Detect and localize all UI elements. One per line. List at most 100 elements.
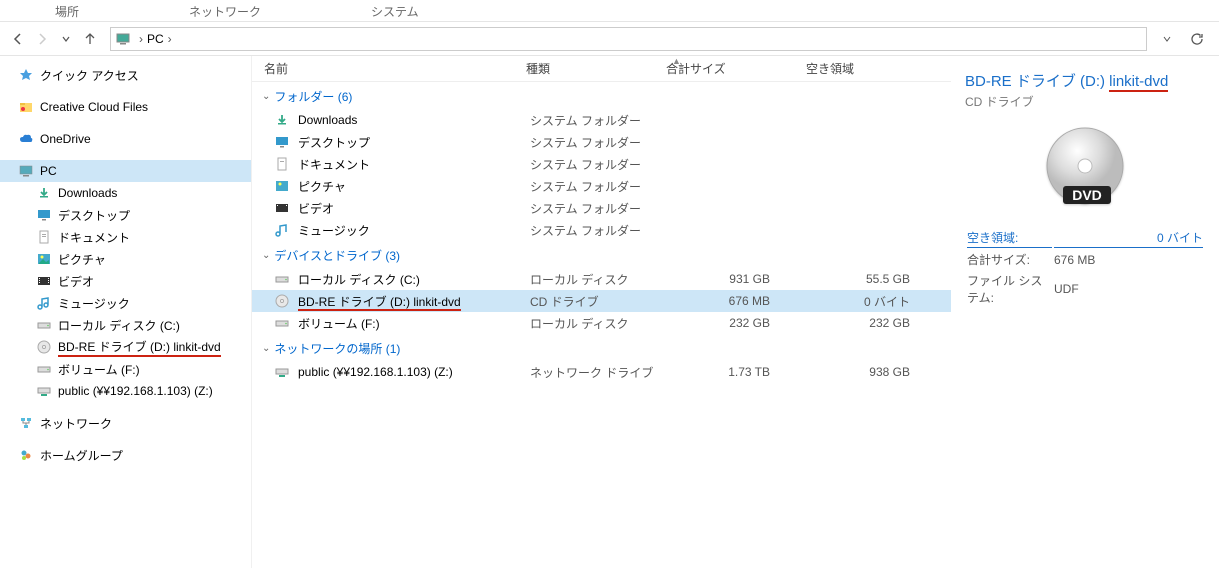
sidebar-public-z[interactable]: public (¥¥192.168.1.103) (Z:) [0, 380, 251, 402]
item-free: 232 GB [810, 316, 950, 330]
sidebar-item-label: ホームグループ [40, 447, 123, 464]
item-type: システム フォルダー [530, 156, 670, 173]
folder-icon [18, 99, 34, 115]
netdrive-icon [36, 383, 52, 399]
details-fs-label: ファイル システム: [967, 271, 1052, 307]
item-type: CD ドライブ [530, 293, 670, 310]
drive-icon [274, 315, 290, 331]
sidebar-local-c[interactable]: ローカル ディスク (C:) [0, 314, 251, 336]
sidebar-ccfiles[interactable]: Creative Cloud Files [0, 96, 251, 118]
chevron-right-icon[interactable]: › [168, 32, 172, 46]
refresh-button[interactable] [1185, 27, 1209, 51]
sidebar-desktop[interactable]: デスクトップ [0, 204, 251, 226]
sidebar-item-label: デスクトップ [58, 207, 130, 224]
list-item[interactable]: ドキュメントシステム フォルダー [252, 153, 951, 175]
drive-icon [274, 271, 290, 287]
pc-icon [18, 163, 34, 179]
disc-icon [36, 339, 52, 355]
breadcrumb-pc[interactable]: PC [147, 32, 164, 46]
sidebar: クイック アクセス Creative Cloud Files OneDrive … [0, 56, 252, 568]
item-free: 0 バイト [810, 293, 950, 310]
sidebar-downloads[interactable]: Downloads [0, 182, 251, 204]
disc-thumbnail: DVD [1043, 126, 1127, 210]
details-table: 空き領域:0 バイト 合計サイズ:676 MB ファイル システム:UDF [965, 226, 1205, 309]
item-name: デスクトップ [298, 134, 530, 151]
item-name: Downloads [298, 113, 530, 127]
sidebar-onedrive[interactable]: OneDrive [0, 128, 251, 150]
details-subtitle: CD ドライブ [965, 93, 1205, 110]
sidebar-pc[interactable]: PC [0, 160, 251, 182]
up-button[interactable] [78, 27, 102, 51]
group-devices[interactable]: ⌄デバイスとドライブ (3) [252, 241, 951, 268]
svg-text:DVD: DVD [1072, 187, 1102, 203]
item-name: ビデオ [298, 200, 530, 217]
chevron-right-icon[interactable]: › [139, 32, 143, 46]
sidebar-network[interactable]: ネットワーク [0, 412, 251, 434]
star-icon [18, 67, 34, 83]
sidebar-item-label: ビデオ [58, 273, 94, 290]
dropdown-icon[interactable] [1155, 27, 1179, 51]
drive-icon [36, 361, 52, 377]
sidebar-item-label: クイック アクセス [40, 67, 139, 84]
ribbon-tab-location[interactable]: 場所 [0, 0, 134, 21]
details-pane: BD-RE ドライブ (D:) linkit-dvd CD ドライブ DVD 空… [951, 56, 1219, 568]
sidebar-item-label: ドキュメント [58, 229, 130, 246]
sidebar-item-label: PC [40, 164, 57, 178]
group-label: フォルダー (6) [274, 88, 352, 105]
sidebar-vol-f[interactable]: ボリューム (F:) [0, 358, 251, 380]
homegroup-icon [18, 447, 34, 463]
list-item[interactable]: ローカル ディスク (C:)ローカル ディスク931 GB55.5 GB [252, 268, 951, 290]
sidebar-item-label: public (¥¥192.168.1.103) (Z:) [58, 384, 213, 398]
list-item[interactable]: BD-RE ドライブ (D:) linkit-dvdCD ドライブ676 MB0… [252, 290, 951, 312]
sidebar-item-label: Creative Cloud Files [40, 100, 148, 114]
item-name: ローカル ディスク (C:) [298, 271, 530, 288]
list-item[interactable]: ビデオシステム フォルダー [252, 197, 951, 219]
sidebar-item-label: Downloads [58, 186, 117, 200]
forward-button[interactable] [30, 27, 54, 51]
ribbon-tabs: 場所 ネットワーク システム [0, 0, 1219, 22]
folder-icon [274, 222, 290, 238]
sidebar-quick-access[interactable]: クイック アクセス [0, 64, 251, 86]
pc-icon [115, 31, 131, 47]
list-item[interactable]: デスクトップシステム フォルダー [252, 131, 951, 153]
item-name: ミュージック [298, 222, 530, 239]
list-item[interactable]: ピクチャシステム フォルダー [252, 175, 951, 197]
group-netloc[interactable]: ⌄ネットワークの場所 (1) [252, 334, 951, 361]
drive-icon [36, 317, 52, 333]
sidebar-videos[interactable]: ビデオ [0, 270, 251, 292]
list-item[interactable]: ミュージックシステム フォルダー [252, 219, 951, 241]
list-item[interactable]: public (¥¥192.168.1.103) (Z:)ネットワーク ドライブ… [252, 361, 951, 383]
item-free: 938 GB [810, 365, 950, 379]
chevron-down-icon: ⌄ [262, 91, 270, 102]
item-size: 931 GB [670, 272, 810, 286]
folder-icon [274, 134, 290, 150]
sidebar-documents[interactable]: ドキュメント [0, 226, 251, 248]
list-item[interactable]: Downloadsシステム フォルダー [252, 109, 951, 131]
sidebar-bdre[interactable]: BD-RE ドライブ (D:) linkit-dvd [0, 336, 251, 358]
ribbon-tab-system[interactable]: システム [316, 0, 474, 21]
item-size: 232 GB [670, 316, 810, 330]
sidebar-homegroup[interactable]: ホームグループ [0, 444, 251, 466]
picture-icon [36, 251, 52, 267]
item-type: システム フォルダー [530, 222, 670, 239]
column-headers[interactable]: 名前 種類 合計サイズ 空き領域 ▲ [252, 56, 951, 82]
sidebar-item-label: ピクチャ [58, 251, 106, 268]
sort-indicator-icon: ▲ [672, 56, 681, 66]
breadcrumb[interactable]: › PC › [110, 27, 1147, 51]
group-folders[interactable]: ⌄ フォルダー (6) [252, 82, 951, 109]
list-item[interactable]: ボリューム (F:)ローカル ディスク232 GB232 GB [252, 312, 951, 334]
chevron-down-icon: ⌄ [262, 250, 270, 261]
sidebar-music[interactable]: ミュージック [0, 292, 251, 314]
recent-dropdown[interactable] [54, 27, 78, 51]
col-type[interactable]: 種類 [514, 60, 654, 77]
sidebar-pictures[interactable]: ピクチャ [0, 248, 251, 270]
col-free[interactable]: 空き領域 [794, 60, 934, 77]
details-total-val: 676 MB [1054, 250, 1203, 269]
back-button[interactable] [6, 27, 30, 51]
ribbon-tab-network[interactable]: ネットワーク [134, 0, 316, 21]
cloud-icon [18, 131, 34, 147]
music-icon [36, 295, 52, 311]
desktop-icon [36, 207, 52, 223]
video-icon [36, 273, 52, 289]
col-name[interactable]: 名前 [252, 60, 514, 77]
